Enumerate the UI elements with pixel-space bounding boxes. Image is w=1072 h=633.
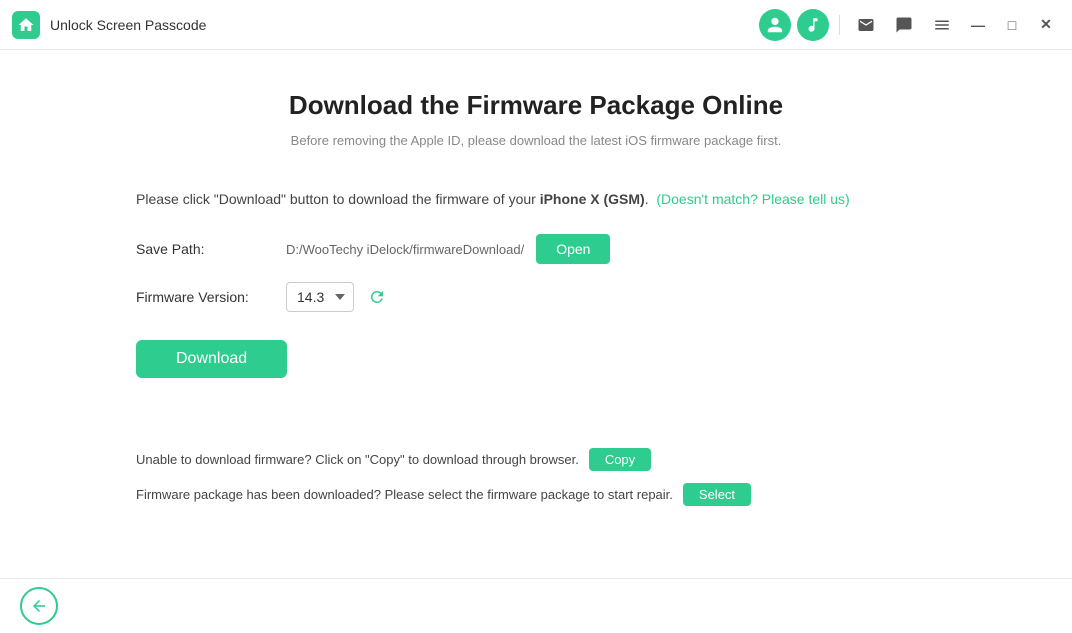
firmware-version-select[interactable]: 14.3 14.2 14.1 14.0 13.7 bbox=[286, 282, 354, 312]
copy-help-text: Unable to download firmware? Click on "C… bbox=[136, 452, 579, 467]
titlebar: Unlock Screen Passcode — □ ✕ bbox=[0, 0, 1072, 50]
device-info-text: Please click "Download" button to downlo… bbox=[136, 188, 936, 210]
save-path-label: Save Path: bbox=[136, 241, 286, 257]
back-button[interactable] bbox=[20, 587, 58, 625]
save-path-row: Save Path: D:/WooTechy iDelock/firmwareD… bbox=[136, 234, 936, 264]
device-name: iPhone X (GSM) bbox=[540, 191, 645, 207]
device-info-prefix: Please click "Download" button to downlo… bbox=[136, 191, 540, 207]
titlebar-left: Unlock Screen Passcode bbox=[12, 11, 206, 39]
maximize-button[interactable]: □ bbox=[998, 11, 1026, 39]
main-content: Download the Firmware Package Online Bef… bbox=[0, 50, 1072, 578]
home-icon bbox=[17, 16, 35, 34]
save-path-value: D:/WooTechy iDelock/firmwareDownload/ bbox=[286, 242, 524, 257]
bottom-help: Unable to download firmware? Click on "C… bbox=[136, 448, 936, 506]
mail-icon[interactable] bbox=[850, 9, 882, 41]
app-logo bbox=[12, 11, 40, 39]
bottom-bar bbox=[0, 578, 1072, 633]
chat-icon[interactable] bbox=[888, 9, 920, 41]
app-title: Unlock Screen Passcode bbox=[50, 17, 206, 33]
select-help-text: Firmware package has been downloaded? Pl… bbox=[136, 487, 673, 502]
refresh-icon bbox=[368, 288, 386, 306]
open-button[interactable]: Open bbox=[536, 234, 610, 264]
firmware-version-row: Firmware Version: 14.3 14.2 14.1 14.0 13… bbox=[136, 282, 936, 312]
download-button[interactable]: Download bbox=[136, 340, 287, 378]
back-icon bbox=[30, 597, 48, 615]
account-icon[interactable] bbox=[759, 9, 791, 41]
device-info-suffix: . bbox=[645, 191, 649, 207]
copy-help-row: Unable to download firmware? Click on "C… bbox=[136, 448, 936, 471]
select-help-row: Firmware package has been downloaded? Pl… bbox=[136, 483, 936, 506]
content-area: Please click "Download" button to downlo… bbox=[136, 188, 936, 518]
menu-icon[interactable] bbox=[926, 9, 958, 41]
refresh-button[interactable] bbox=[364, 284, 390, 310]
titlebar-right: — □ ✕ bbox=[759, 9, 1060, 41]
doesnt-match-link[interactable]: (Doesn't match? Please tell us) bbox=[656, 191, 849, 207]
firmware-version-label: Firmware Version: bbox=[136, 289, 286, 305]
select-button[interactable]: Select bbox=[683, 483, 751, 506]
minimize-button[interactable]: — bbox=[964, 11, 992, 39]
page-subtitle: Before removing the Apple ID, please dow… bbox=[291, 133, 782, 148]
copy-button[interactable]: Copy bbox=[589, 448, 651, 471]
switch-account-icon[interactable] bbox=[797, 9, 829, 41]
separator bbox=[839, 15, 840, 35]
close-button[interactable]: ✕ bbox=[1032, 11, 1060, 39]
page-title: Download the Firmware Package Online bbox=[289, 90, 783, 121]
